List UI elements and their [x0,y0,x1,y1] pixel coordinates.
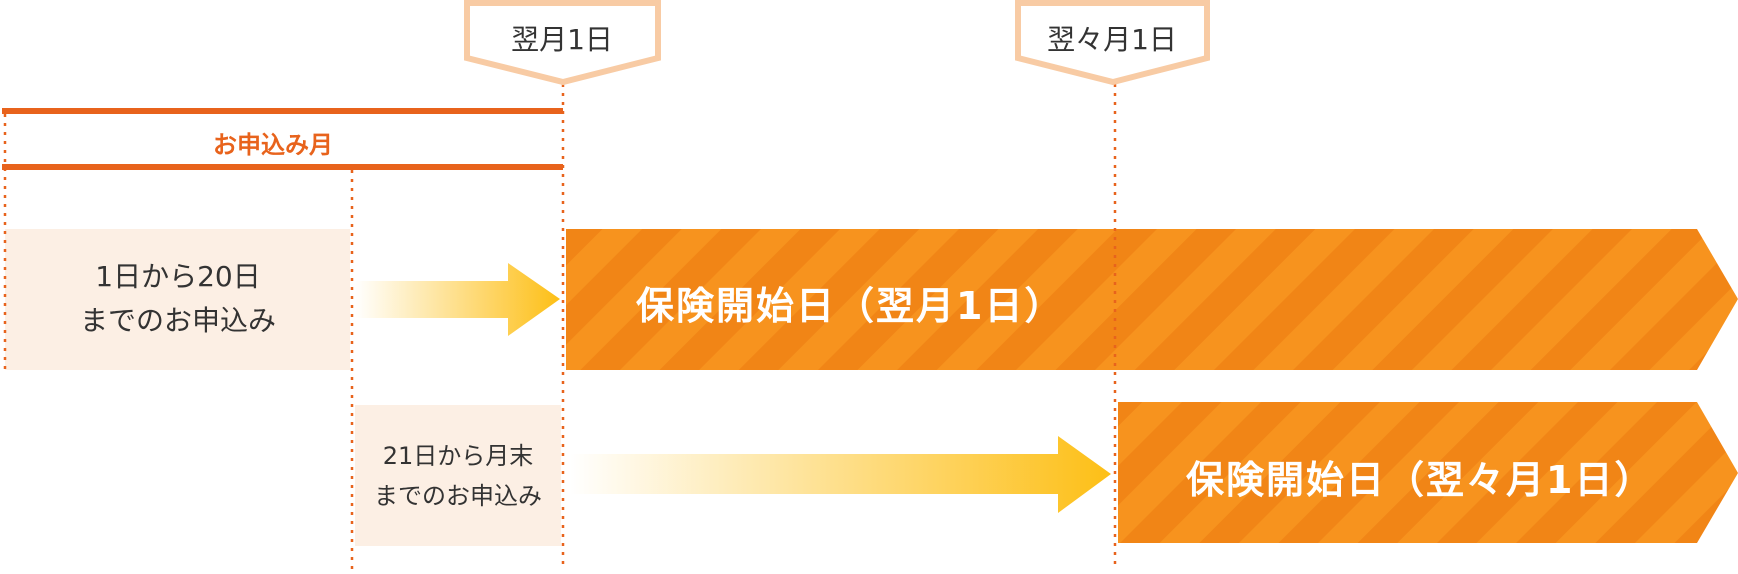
start-date-label-month-after-next: 保険開始日（翌々月1日） [1186,458,1655,502]
period-early-line-1: 1日から20日 [95,260,261,293]
insurance-start-diagram: 翌月1日 翌々月1日 お申込み月 1日から20日 までのお申込み 21日から月末… [0,0,1738,570]
period-early-line-2: までのお申込み [79,304,276,337]
period-late-line-1: 21日から月末 [382,442,534,470]
application-month-label: お申込み月 [213,131,333,159]
arrow-early [355,263,560,336]
marker-next-month-first: 翌月1日 [511,23,613,56]
arrow-late [570,436,1111,513]
start-date-label-next-month: 保険開始日（翌月1日） [636,284,1065,328]
period-late-line-2: までのお申込み [374,482,542,510]
marker-month-after-next-first: 翌々月1日 [1047,23,1177,56]
